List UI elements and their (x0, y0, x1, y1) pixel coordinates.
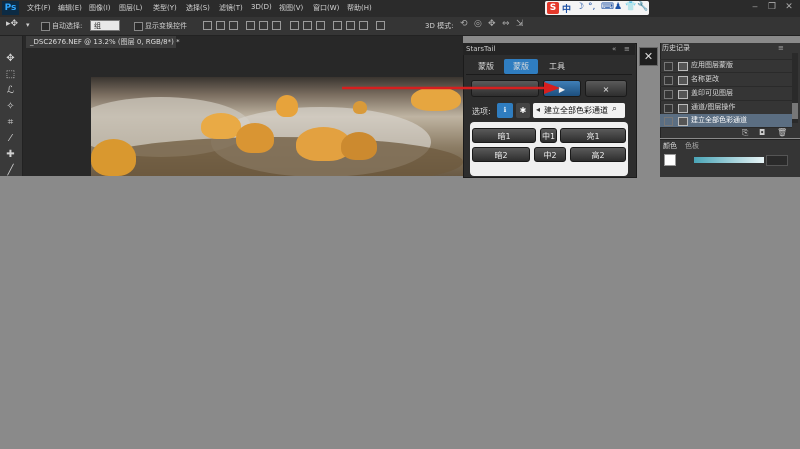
tab-color[interactable]: 颜色 (663, 141, 677, 151)
history-item-label: 通道/图层操作 (691, 103, 736, 111)
history-step-icon (678, 90, 688, 99)
history-item-label: 建立全部色彩通道 (691, 116, 747, 124)
close-panel-icon[interactable]: ✕ (639, 47, 658, 66)
history-checkbox[interactable] (664, 90, 673, 99)
history-item-selected[interactable]: 建立全部色彩通道 (660, 114, 792, 128)
camera-icon[interactable]: ◘ (759, 128, 765, 137)
scrollbar-thumb[interactable] (792, 103, 798, 119)
history-scrollbar[interactable] (792, 53, 798, 123)
history-item-label: 盖印可见图层 (691, 89, 733, 97)
tab-swatches[interactable]: 色板 (685, 141, 699, 151)
history-step-icon (678, 104, 688, 113)
history-item-label: 应用图层蒙版 (691, 61, 733, 69)
tab-history[interactable]: 历史记录 (662, 43, 690, 53)
history-step-icon (678, 117, 688, 126)
history-item[interactable]: 通道/图层操作 (660, 101, 792, 115)
history-checkbox[interactable] (664, 117, 673, 126)
new-document-icon[interactable]: ⎘ (742, 128, 748, 138)
history-checkbox[interactable] (664, 76, 673, 85)
history-step-icon (678, 76, 688, 85)
color-slider[interactable] (694, 157, 764, 163)
arrow-head (544, 82, 560, 94)
history-checkbox[interactable] (664, 62, 673, 71)
history-item[interactable]: 盖印可见图层 (660, 87, 792, 101)
panel-menu-icon[interactable]: ≡ (778, 44, 784, 52)
history-step-icon (678, 62, 688, 71)
trash-icon[interactable]: 🗑 (777, 128, 787, 137)
foreground-color-swatch[interactable] (664, 154, 676, 166)
color-value-field[interactable] (766, 155, 788, 166)
history-item[interactable]: 应用图层蒙版 (660, 59, 792, 73)
history-item-label: 名称更改 (691, 75, 719, 83)
history-checkbox[interactable] (664, 104, 673, 113)
history-item[interactable]: 名称更改 (660, 73, 792, 87)
